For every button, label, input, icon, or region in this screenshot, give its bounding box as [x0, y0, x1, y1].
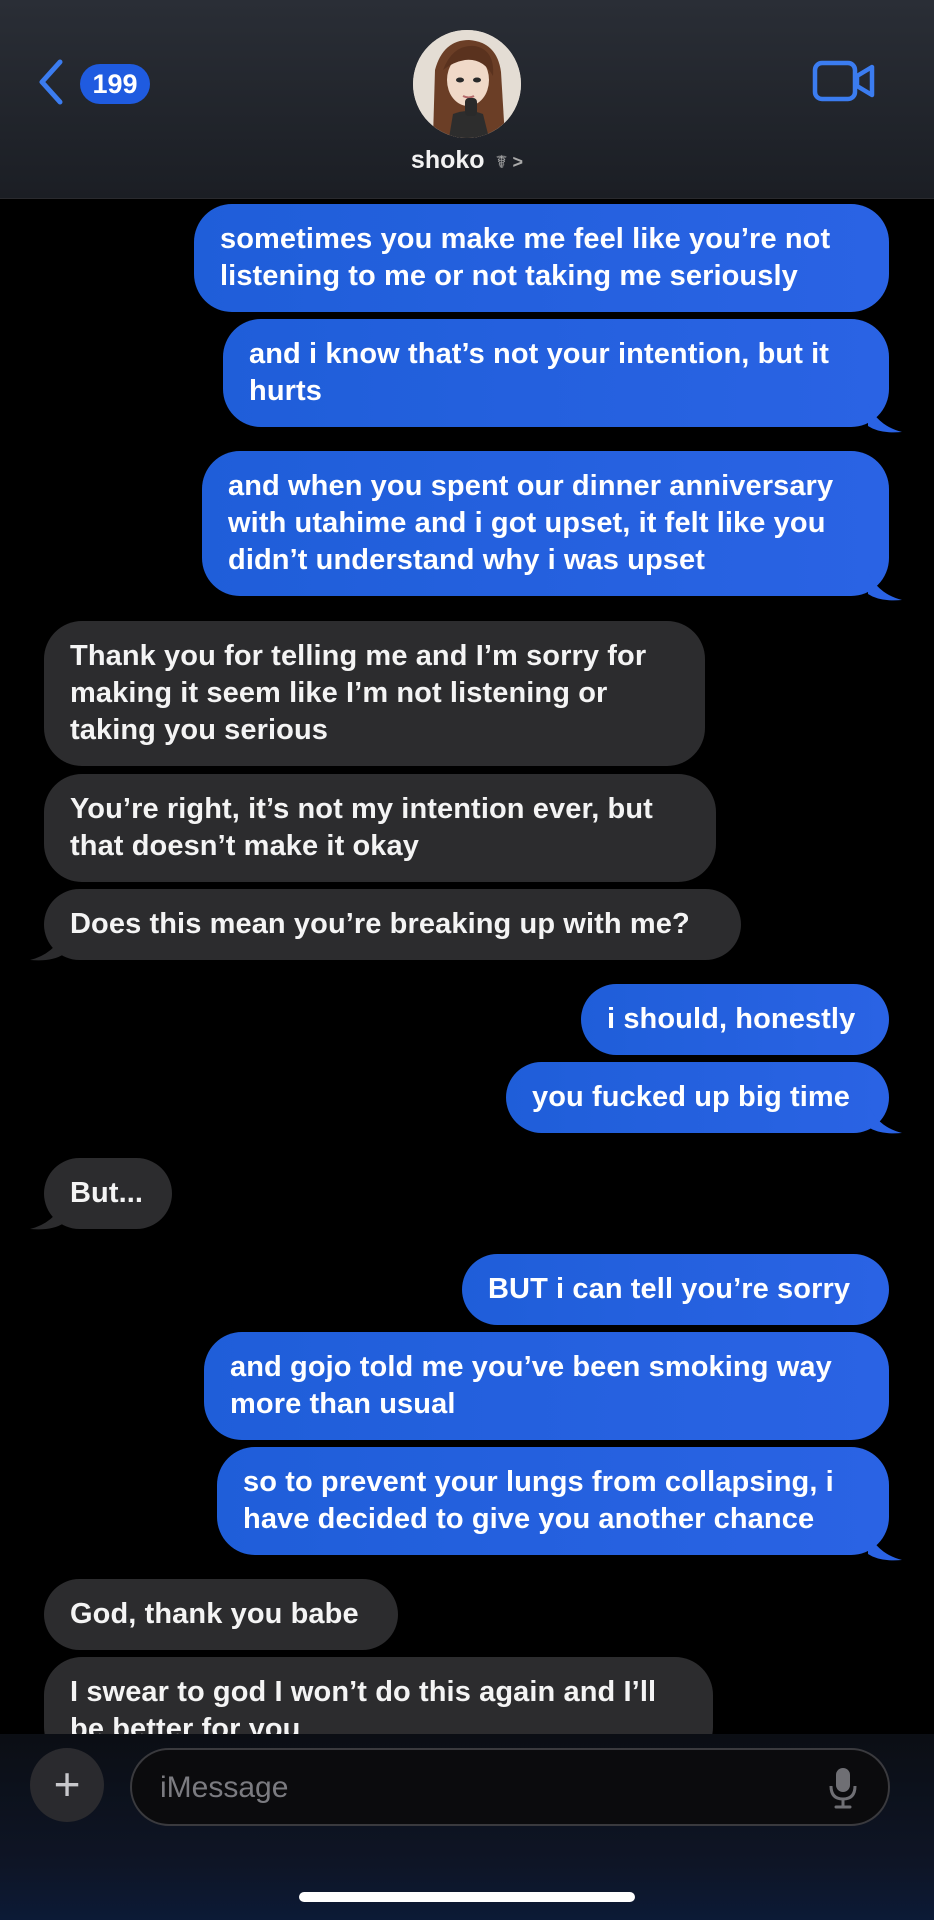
facetime-video-button[interactable]: [812, 58, 876, 104]
home-indicator[interactable]: [299, 1892, 635, 1902]
chevron-left-icon: [39, 59, 63, 105]
contact-avatar[interactable]: [413, 30, 521, 138]
message-bubble-outgoing[interactable]: you fucked up big time: [506, 1062, 889, 1133]
video-camera-icon: [812, 60, 875, 102]
message-bubble-outgoing[interactable]: sometimes you make me feel like you’re n…: [194, 204, 889, 312]
bubble-tail: [30, 1201, 64, 1230]
unread-count-badge: 199: [80, 64, 150, 104]
bubble-tail: [868, 1532, 902, 1561]
message-thread[interactable]: sometimes you make me feel like you’re n…: [0, 198, 934, 1734]
message-bubble-outgoing[interactable]: and when you spent our dinner anniversar…: [202, 451, 889, 596]
message-bubble-outgoing[interactable]: and gojo told me you’ve been smoking way…: [204, 1332, 889, 1440]
message-input[interactable]: [158, 1764, 802, 1812]
contact-name-text: shoko: [410, 146, 485, 174]
message-bubble-outgoing[interactable]: and i know that’s not your intention, bu…: [223, 319, 889, 427]
contact-details-chevron: ☤ >: [495, 152, 524, 172]
plus-icon: +: [53, 1758, 81, 1810]
bubble-tail: [30, 932, 64, 961]
bubble-tail: [868, 1105, 902, 1134]
message-bubble-outgoing[interactable]: so to prevent your lungs from collapsing…: [217, 1447, 889, 1555]
contact-name[interactable]: shoko ☤ >: [0, 146, 934, 175]
conversation-header: 199 shoko ☤ >: [0, 0, 934, 199]
message-composer: +: [0, 1734, 934, 1920]
bubble-tail: [868, 572, 902, 601]
message-bubble-incoming[interactable]: Does this mean you’re breaking up with m…: [44, 889, 741, 960]
message-bubble-incoming[interactable]: You’re right, it’s not my intention ever…: [44, 774, 716, 882]
message-bubble-incoming[interactable]: I swear to god I won’t do this again and…: [44, 1657, 713, 1734]
back-button[interactable]: 199: [30, 52, 160, 112]
message-bubble-incoming[interactable]: God, thank you babe: [44, 1579, 398, 1650]
bubble-tail: [868, 404, 902, 433]
apps-plus-button[interactable]: +: [30, 1748, 104, 1822]
message-bubble-outgoing[interactable]: i should, honestly: [581, 984, 889, 1055]
microphone-icon[interactable]: [828, 1766, 858, 1810]
message-field[interactable]: [130, 1748, 890, 1826]
message-bubble-incoming[interactable]: Thank you for telling me and I’m sorry f…: [44, 621, 705, 766]
message-bubble-outgoing[interactable]: BUT i can tell you’re sorry: [462, 1254, 889, 1325]
